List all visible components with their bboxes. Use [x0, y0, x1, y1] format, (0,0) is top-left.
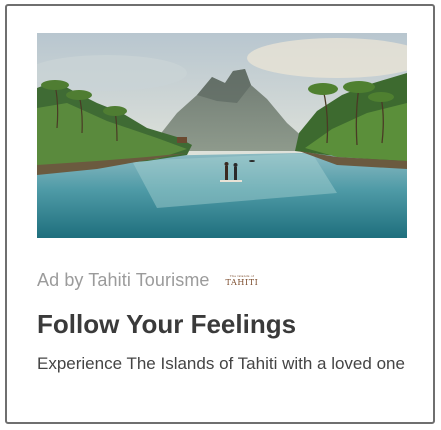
ad-description: Experience The Islands of Tahiti with a …	[37, 354, 405, 373]
ad-card[interactable]: Ad by Tahiti Tourisme The Islands of TAH…	[5, 4, 435, 424]
sponsor-row: Ad by Tahiti Tourisme The Islands of TAH…	[37, 268, 258, 292]
ad-headline[interactable]: Follow Your Feelings	[37, 309, 296, 340]
tahiti-logo-icon[interactable]: The Islands of TAHITI	[225, 275, 259, 288]
sponsor-label: Ad by Tahiti Tourisme	[37, 269, 210, 290]
lagoon-image-icon	[37, 33, 407, 238]
logo-wordmark: TAHITI	[225, 278, 259, 287]
ad-image[interactable]	[37, 33, 407, 238]
